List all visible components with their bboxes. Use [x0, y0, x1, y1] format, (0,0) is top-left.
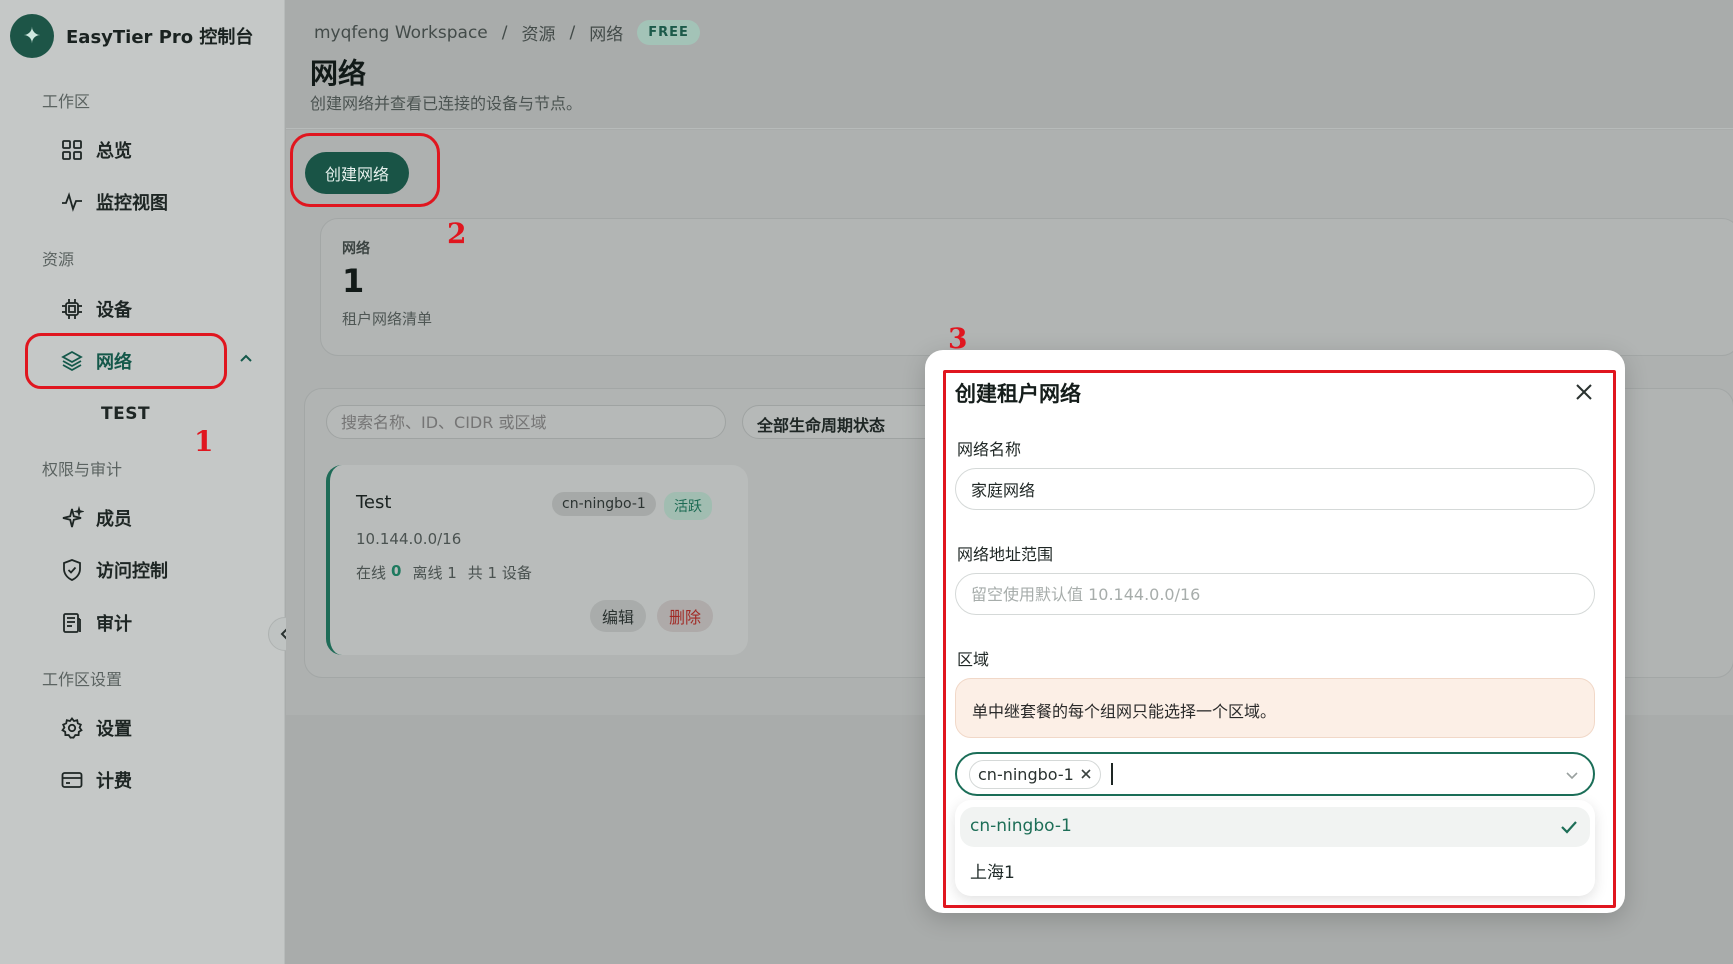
total-count: 共 1 设备 [467, 564, 532, 582]
page-subtitle: 创建网络并查看已连接的设备与节点。 [310, 94, 583, 113]
sidebar-item-label: 计费 [96, 771, 132, 792]
page-title: 网络 [310, 57, 367, 90]
annotation-number: 2 [447, 217, 467, 250]
sidebar-item-monitor[interactable]: 监控视图 [60, 186, 168, 218]
sidebar-item-label: 访问控制 [96, 561, 168, 582]
sparkle-icon [62, 506, 84, 528]
device-counts: 在线 0 离线 1 共 1 设备 [356, 562, 532, 583]
section-label-settings: 工作区设置 [42, 670, 123, 689]
online-label: 在线 [356, 564, 387, 582]
sidebar-item-access-control[interactable]: 访问控制 [60, 554, 168, 586]
chevron-up-icon[interactable] [238, 350, 254, 366]
sidebar-item-members[interactable]: 成员 [60, 502, 132, 534]
activity-icon [62, 192, 82, 212]
sidebar-item-settings[interactable]: 设置 [60, 712, 132, 744]
status-badge: 活跃 [664, 492, 712, 520]
header-divider [286, 128, 1733, 129]
search-input[interactable] [326, 405, 726, 439]
stat-description: 租户网络清单 [342, 310, 433, 328]
annotation-box-modal [943, 370, 1616, 908]
stat-value: 1 [342, 262, 365, 300]
sidebar: ✦ EasyTier Pro 控制台 工作区 总览 监控视图 资源 设备 网络 … [0, 0, 285, 964]
annotation-box-create [290, 133, 440, 207]
section-label-permissions: 权限与审计 [42, 460, 123, 479]
network-cidr: 10.144.0.0/16 [356, 530, 462, 548]
network-stat-card [320, 218, 1733, 356]
delete-network-button[interactable]: 删除 [657, 600, 713, 632]
sidebar-item-label: 审计 [96, 614, 132, 635]
stat-label: 网络 [342, 241, 370, 257]
app-title: EasyTier Pro 控制台 [66, 27, 254, 48]
edit-network-button[interactable]: 编辑 [590, 600, 646, 632]
breadcrumb: myqfeng Workspace / 资源 / 网络 FREE [314, 20, 700, 45]
breadcrumb-workspace[interactable]: myqfeng Workspace [314, 23, 488, 43]
sidebar-item-label: 成员 [96, 509, 132, 530]
section-label-resources: 资源 [42, 250, 75, 269]
network-name: Test [356, 492, 392, 513]
sidebar-subitem-test[interactable]: TEST [101, 404, 150, 424]
gear-icon [61, 717, 83, 739]
document-icon [63, 613, 81, 633]
lifecycle-filter-select[interactable]: 全部生命周期状态 [742, 405, 942, 439]
sidebar-item-billing[interactable]: 计费 [60, 764, 132, 796]
breadcrumb-current: 网络 [589, 25, 624, 45]
offline-count: 离线 1 [412, 564, 457, 582]
breadcrumb-resources[interactable]: 资源 [521, 20, 555, 45]
sidebar-item-label: 设备 [96, 300, 132, 321]
brand[interactable]: ✦ EasyTier Pro 控制台 [10, 14, 253, 58]
section-label-workspace: 工作区 [42, 92, 91, 111]
chip-icon [62, 299, 82, 319]
plan-badge: FREE [637, 20, 700, 45]
card-icon [61, 772, 83, 788]
sidebar-item-label: 设置 [96, 719, 132, 740]
annotation-number: 3 [948, 322, 968, 355]
online-count: 0 [391, 562, 402, 580]
sidebar-item-devices[interactable]: 设备 [60, 293, 132, 325]
sidebar-item-overview[interactable]: 总览 [60, 134, 132, 166]
breadcrumb-separator: / [501, 22, 508, 43]
region-chip: cn-ningbo-1 [552, 492, 656, 516]
sidebar-item-label: 监控视图 [96, 193, 168, 214]
shield-icon [63, 559, 81, 581]
breadcrumb-separator: / [569, 22, 576, 43]
sparkle-logo-icon: ✦ [10, 14, 54, 58]
sidebar-item-label: 总览 [96, 141, 132, 162]
grid-icon [62, 140, 82, 160]
annotation-box-networks [25, 333, 227, 389]
sidebar-item-audit[interactable]: 审计 [60, 607, 132, 639]
annotation-number: 1 [194, 425, 214, 458]
